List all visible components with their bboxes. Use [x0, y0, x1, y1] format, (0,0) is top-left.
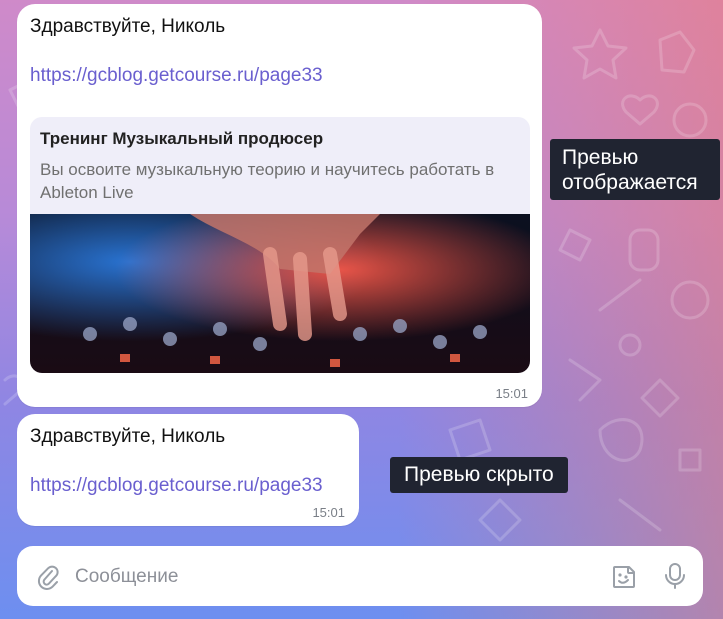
microphone-icon[interactable]: [663, 562, 687, 590]
message-input[interactable]: [73, 560, 597, 594]
paperclip-icon[interactable]: [37, 564, 59, 590]
annotation-preview-hidden: Превью скрыто: [390, 457, 568, 493]
message-bubble-no-preview: Здравствуйте, Николь https://gcblog.getc…: [17, 414, 359, 526]
preview-image: [30, 214, 530, 373]
message-link[interactable]: https://gcblog.getcourse.ru/page33: [30, 65, 323, 87]
message-time: 15:01: [312, 505, 345, 520]
sticker-icon[interactable]: [610, 563, 638, 591]
message-link[interactable]: https://gcblog.getcourse.ru/page33: [30, 475, 323, 497]
message-composer: [17, 546, 703, 606]
preview-description: Вы освоите музыкальную теорию и научитес…: [40, 160, 495, 202]
message-time: 15:01: [495, 386, 528, 401]
annotation-preview-shown: Превью отображается: [550, 139, 720, 200]
preview-title: Тренинг Музыкальный продюсер: [40, 129, 324, 148]
message-greeting: Здравствуйте, Николь: [30, 16, 226, 37]
link-preview-card[interactable]: Тренинг Музыкальный продюсер Вы освоите …: [30, 117, 530, 373]
message-bubble-with-preview: Здравствуйте, Николь https://gcblog.getc…: [17, 4, 542, 407]
message-greeting: Здравствуйте, Николь: [30, 426, 226, 447]
